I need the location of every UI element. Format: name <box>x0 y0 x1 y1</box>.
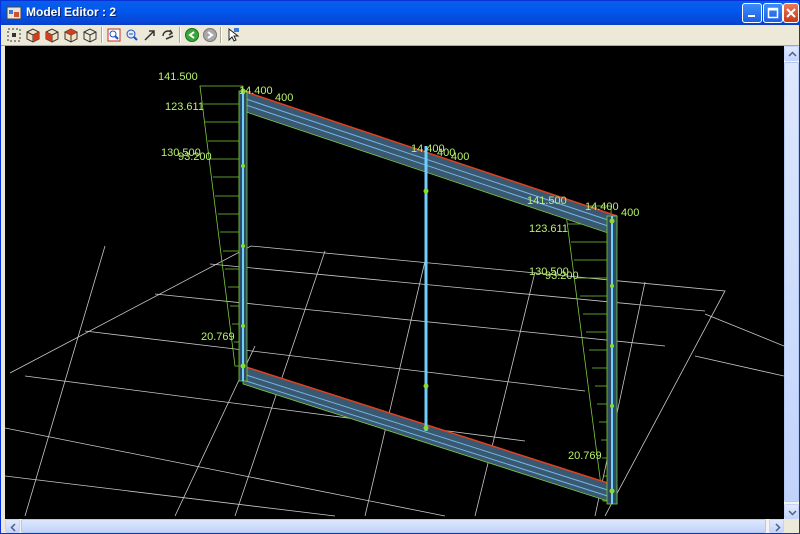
model-viewport[interactable]: 141.500 123.611 130.500 93.200 20.769 14… <box>5 46 784 519</box>
select-pointer-button[interactable] <box>224 26 242 44</box>
label-right-bottom: 20.769 <box>568 450 602 462</box>
label-right-top: 141.500 <box>527 195 567 207</box>
label-right-top-a: 14.400 <box>585 201 619 213</box>
label-top-left-b: 400 <box>275 92 293 104</box>
pan-icon <box>144 30 155 41</box>
minimize-button[interactable] <box>742 3 762 23</box>
chevron-right-icon <box>775 523 781 532</box>
back-button[interactable] <box>183 26 201 44</box>
side-view-icon <box>64 28 78 43</box>
scroll-left-button[interactable] <box>5 519 20 533</box>
fit-view-button[interactable] <box>5 26 23 44</box>
zoom-out-button[interactable] <box>123 26 141 44</box>
title-bar[interactable]: Model Editor : 2 <box>1 1 799 25</box>
chevron-up-icon <box>788 51 797 57</box>
label-left-top: 141.500 <box>158 71 198 83</box>
chevron-left-icon <box>10 523 16 532</box>
minimize-icon <box>748 15 755 17</box>
label-left-mid-b: 93.200 <box>178 151 212 163</box>
label-right-mid-b: 93.200 <box>545 270 579 282</box>
side-view-button[interactable] <box>62 26 80 44</box>
pan-button[interactable] <box>141 26 159 44</box>
label-top-left-a: 14.400 <box>239 85 273 97</box>
maximize-button[interactable] <box>763 3 783 23</box>
toolbar-separator <box>220 27 222 43</box>
model-editor-window: Model Editor : 2 141.500 123.611 130.500… <box>0 0 800 534</box>
toolbar <box>1 25 799 46</box>
ground-grid <box>5 245 784 517</box>
label-top-mid-c: 400 <box>451 151 469 163</box>
wireframe-view-button[interactable] <box>81 26 99 44</box>
select-pointer-icon <box>228 27 240 42</box>
wireframe-view-icon <box>83 28 97 43</box>
dimension-labels: 141.500 123.611 130.500 93.200 20.769 14… <box>158 71 639 462</box>
zoom-window-icon <box>107 28 121 42</box>
label-left-bottom: 20.769 <box>201 331 235 343</box>
left-load-diagram <box>199 85 244 367</box>
scroll-down-button[interactable] <box>784 504 799 519</box>
vertical-scrollbar[interactable] <box>784 46 799 519</box>
front-view-icon <box>45 28 59 43</box>
horizontal-scroll-thumb[interactable] <box>21 519 766 533</box>
back-icon <box>185 28 199 42</box>
close-button[interactable] <box>783 3 799 23</box>
front-view-button[interactable] <box>43 26 61 44</box>
scroll-right-button[interactable] <box>769 519 784 533</box>
fit-view-icon <box>7 28 21 42</box>
maximize-icon <box>767 7 779 19</box>
horizontal-scrollbar[interactable] <box>5 519 784 533</box>
scroll-up-button[interactable] <box>784 46 799 61</box>
vertical-scroll-thumb[interactable] <box>784 62 799 502</box>
rotate-button[interactable] <box>159 26 177 44</box>
window-title: Model Editor : 2 <box>26 5 116 19</box>
iso-view-icon <box>26 28 40 43</box>
label-right-top-b: 400 <box>621 207 639 219</box>
model-editor-app-icon[interactable] <box>6 5 22 21</box>
iso-view-button[interactable] <box>24 26 42 44</box>
scrollbar-corner <box>784 519 799 533</box>
forward-button[interactable] <box>201 26 219 44</box>
toolbar-separator <box>101 27 103 43</box>
label-left-upper: 123.611 <box>165 101 204 113</box>
rotate-icon <box>162 29 174 40</box>
forward-icon <box>203 28 217 42</box>
zoom-window-button[interactable] <box>105 26 123 44</box>
label-right-upper: 123.611 <box>529 223 568 235</box>
close-icon <box>786 8 796 18</box>
toolbar-separator <box>179 27 181 43</box>
zoom-out-icon <box>126 29 138 41</box>
chevron-down-icon <box>788 510 797 516</box>
